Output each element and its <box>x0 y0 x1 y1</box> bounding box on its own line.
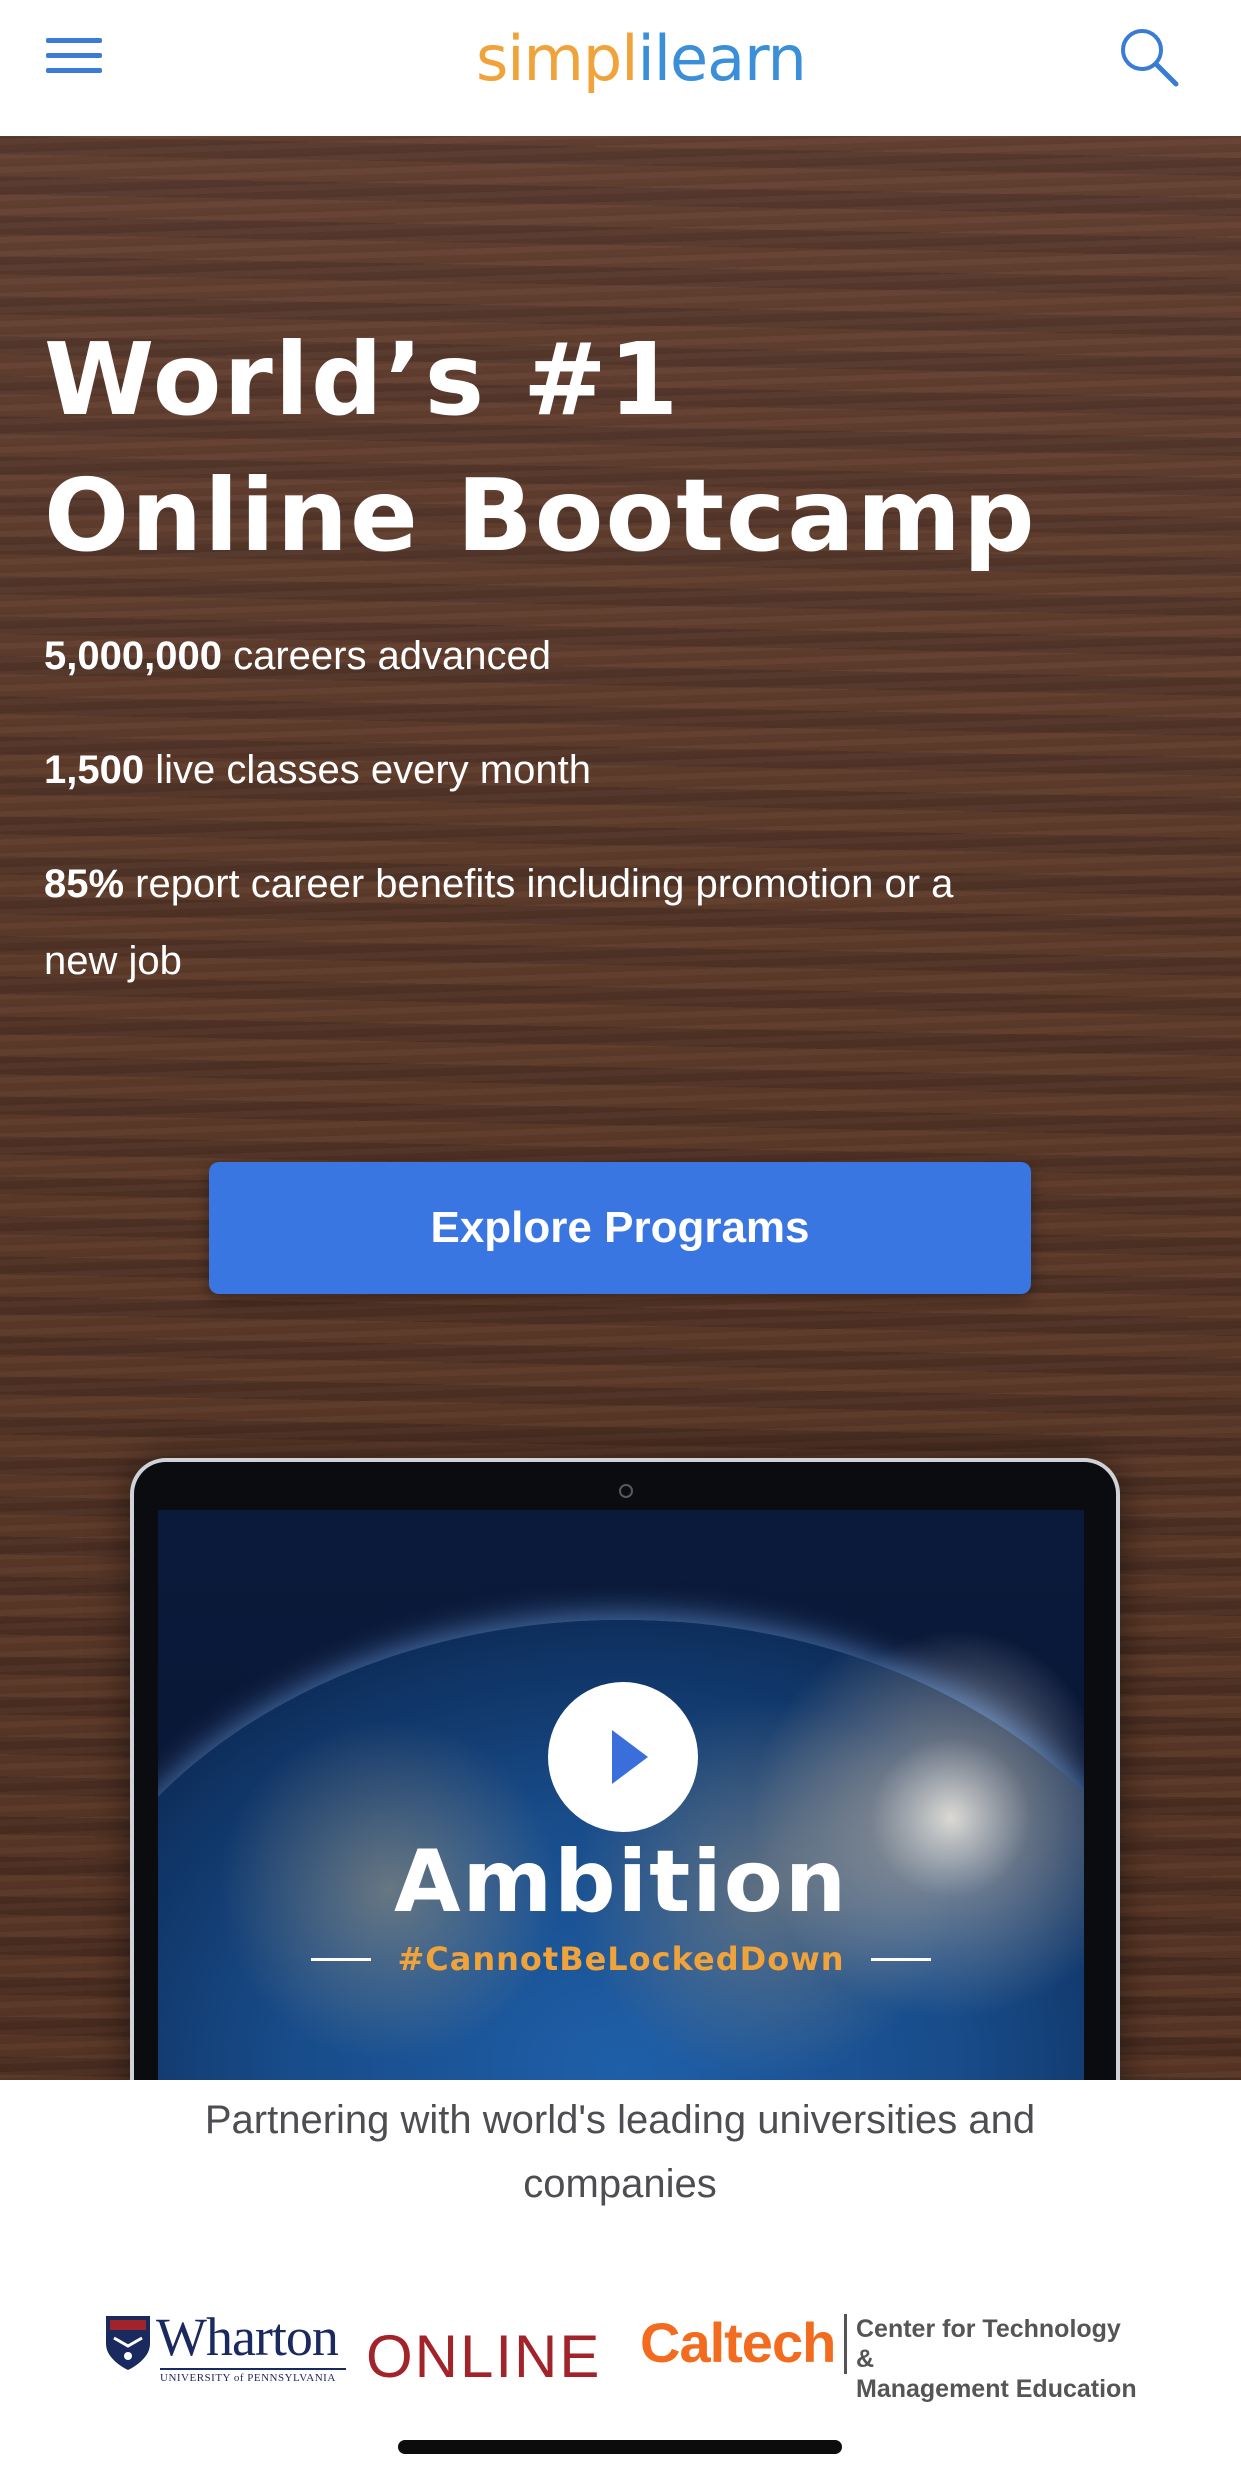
caltech-wordmark: Caltech <box>640 2311 836 2374</box>
stat-text: live classes every month <box>144 748 591 792</box>
stat-value: 1,500 <box>44 748 145 792</box>
hero-title-line2: Online Bootcamp <box>44 457 1037 574</box>
caltech-divider <box>844 2314 847 2374</box>
stat-text: report career benefits including promoti… <box>44 862 954 983</box>
caltech-subtitle-line2: Management Education <box>856 2375 1137 2403</box>
wharton-subtitle: UNIVERSITY of PENNSYLVANIA <box>160 2368 346 2384</box>
partners-heading: Partnering with world's leading universi… <box>204 2098 1036 2206</box>
laptop-frame: Ambition #CannotBeLockedDown <box>130 1458 1120 2080</box>
hero-title: World’s #1 Online Bootcamp <box>44 312 1037 584</box>
stat-live-classes: 1,500 live classes every month <box>44 732 1004 809</box>
wharton-online-wordmark: ONLINE <box>366 2323 602 2390</box>
caltech-subtitle: Center for Technology & Management Educa… <box>856 2314 1140 2404</box>
video-title: Ambition <box>393 1832 849 1932</box>
top-header: simpl ilearn <box>0 0 1241 136</box>
stat-career-benefits: 85% report career benefits including pro… <box>44 846 1004 1000</box>
stat-value: 5,000,000 <box>44 634 222 678</box>
video-tagline: #CannotBeLockedDown <box>397 1940 845 1978</box>
wharton-online-logo: Wharton UNIVERSITY of PENNSYLVANIA ONLIN… <box>104 2302 599 2392</box>
penn-shield-icon <box>106 2316 150 2370</box>
stat-careers: 5,000,000 careers advanced <box>44 618 1004 695</box>
caltech-ctme-logo: Caltech Center for Technology & Manageme… <box>640 2306 1140 2403</box>
home-indicator[interactable] <box>398 2440 842 2454</box>
hamburger-menu-icon[interactable] <box>46 38 102 74</box>
play-video-button[interactable] <box>548 1682 698 1832</box>
wharton-wordmark: Wharton <box>156 2307 339 2367</box>
simplilearn-logo[interactable]: simpl ilearn <box>476 21 807 95</box>
logo-text-part1: simpl <box>476 21 639 95</box>
logo-text-part2: ilearn <box>637 21 807 95</box>
tagline-dash-left <box>311 1957 372 1961</box>
laptop-camera <box>619 1484 633 1498</box>
search-icon[interactable] <box>1118 26 1180 88</box>
tagline-dash-right <box>870 1957 931 1961</box>
play-icon <box>612 1730 648 1784</box>
stat-value: 85% <box>44 862 125 906</box>
explore-programs-button[interactable]: Explore Programs <box>209 1162 1031 1294</box>
video-tagline-row: #CannotBeLockedDown <box>158 1940 1084 1978</box>
stat-text: careers advanced <box>221 634 552 678</box>
video-player[interactable]: Ambition #CannotBeLockedDown <box>158 1510 1084 2080</box>
hero-section: World’s #1 Online Bootcamp 5,000,000 car… <box>0 136 1241 2080</box>
hero-title-line1: World’s #1 <box>44 321 681 438</box>
caltech-subtitle-line1: Center for Technology & <box>856 2315 1121 2373</box>
